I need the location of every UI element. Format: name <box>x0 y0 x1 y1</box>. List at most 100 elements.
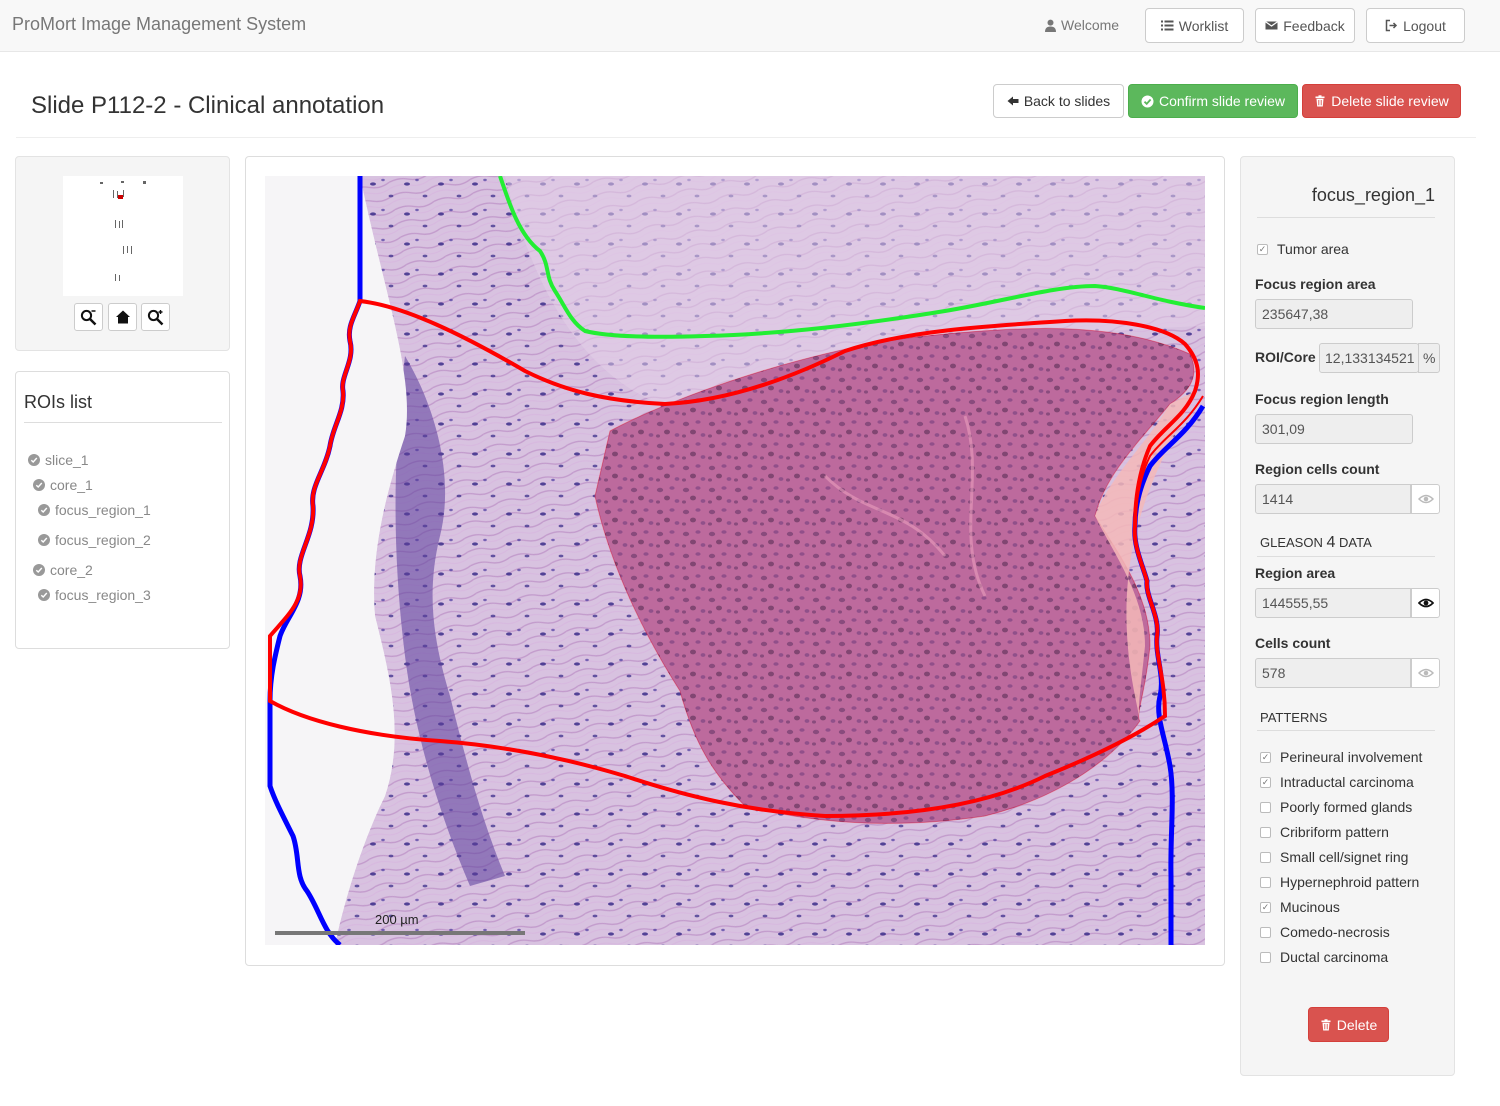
logout-label: Logout <box>1403 17 1446 34</box>
back-to-slides-button[interactable]: Back to slides <box>993 84 1124 118</box>
region-area-field[interactable]: 144555,55 <box>1255 588 1411 618</box>
trash-icon <box>1321 1018 1331 1030</box>
gleason-prefix: GLEASON <box>1260 535 1323 550</box>
focus-region-area-label: Focus region area <box>1255 276 1376 292</box>
focus-region-title: focus_region_1 <box>1311 185 1435 205</box>
feedback-label: Feedback <box>1283 17 1345 34</box>
histology-image <box>265 176 1205 945</box>
pattern-label: Poorly formed glands <box>1280 799 1413 815</box>
rois-list-panel: ROIs list slice_1 core_1 focus_region_1 … <box>15 371 230 649</box>
pattern-label: Perineural involvement <box>1280 749 1423 765</box>
check-circle-icon <box>33 479 45 491</box>
user-icon <box>1045 19 1056 32</box>
confirm-slide-review-button[interactable]: Confirm slide review <box>1128 84 1298 118</box>
pattern-label: Ductal carcinoma <box>1280 949 1389 965</box>
trash-icon <box>1315 95 1325 107</box>
pattern-perineural-involvement[interactable]: ✓ Perineural involvement <box>1260 749 1422 765</box>
region-area-visibility-toggle[interactable] <box>1411 588 1440 618</box>
region-area-label: Region area <box>1255 565 1336 581</box>
roi-item-focus-region-2[interactable]: focus_region_2 <box>38 532 151 548</box>
pattern-mucinous[interactable]: ✓ Mucinous <box>1260 899 1340 915</box>
zoom-in-button[interactable] <box>141 303 170 331</box>
patterns-divider <box>1257 730 1435 731</box>
pattern-label: Comedo-necrosis <box>1280 924 1390 940</box>
pattern-label: Intraductal carcinoma <box>1280 774 1414 790</box>
region-cells-count-field[interactable]: 1414 <box>1255 484 1411 514</box>
checkbox-unchecked-icon <box>1260 951 1271 963</box>
pattern-intraductal-carcinoma[interactable]: ✓ Intraductal carcinoma <box>1260 774 1414 790</box>
slide-thumbnail[interactable] <box>63 176 183 296</box>
focus-region-area-field[interactable]: 235647,38 <box>1255 299 1413 329</box>
pattern-poorly-formed-glands[interactable]: Poorly formed glands <box>1260 799 1412 815</box>
top-navbar: ProMort Image Management System Welcome … <box>0 0 1500 52</box>
viewer-panel: 200 µm <box>245 156 1225 966</box>
region-cells-visibility-toggle[interactable] <box>1411 484 1440 514</box>
gleason-number: 4 <box>1326 534 1336 551</box>
slide-thumbnail-image <box>63 176 183 296</box>
welcome-label: Welcome <box>1061 17 1120 33</box>
feedback-button[interactable]: Feedback <box>1255 8 1355 43</box>
checkbox-unchecked-icon <box>1260 801 1271 813</box>
pattern-hypernephroid[interactable]: Hypernephroid pattern <box>1260 874 1419 890</box>
checkbox-checked-icon: ✓ <box>1257 243 1268 255</box>
tumor-area-checkbox[interactable]: ✓ Tumor area <box>1257 241 1349 257</box>
cells-count-field[interactable]: 578 <box>1255 658 1411 688</box>
delete-slide-review-button[interactable]: Delete slide review <box>1302 84 1461 118</box>
pattern-small-cell-signet-ring[interactable]: Small cell/signet ring <box>1260 849 1408 865</box>
scale-bar <box>275 931 525 935</box>
roi-item-label: focus_region_3 <box>55 587 151 603</box>
worklist-label: Worklist <box>1178 17 1229 34</box>
roi-item-label: core_1 <box>50 477 93 493</box>
roi-item-label: focus_region_2 <box>55 532 151 548</box>
eye-icon <box>1417 668 1434 678</box>
delete-focus-region-button[interactable]: Delete <box>1308 1007 1389 1042</box>
patterns-header: PATTERNS <box>1260 710 1328 725</box>
pattern-ductal-carcinoma[interactable]: Ductal carcinoma <box>1260 949 1388 965</box>
pattern-comedo-necrosis[interactable]: Comedo-necrosis <box>1260 924 1390 940</box>
checkbox-unchecked-icon <box>1260 926 1271 938</box>
pattern-label: Mucinous <box>1280 899 1340 915</box>
checkbox-unchecked-icon <box>1260 876 1271 888</box>
check-circle-icon <box>38 589 50 601</box>
logout-icon <box>1385 19 1398 32</box>
roi-item-slice-1[interactable]: slice_1 <box>28 452 89 468</box>
welcome-menu[interactable]: Welcome <box>1044 17 1119 33</box>
checkbox-unchecked-icon <box>1260 826 1271 838</box>
roi-core-field[interactable]: 12,133134521 <box>1319 343 1419 373</box>
pattern-label: Small cell/signet ring <box>1280 849 1409 865</box>
check-circle-icon <box>38 534 50 546</box>
zoom-out-button[interactable] <box>74 303 103 331</box>
roi-item-core-2[interactable]: core_2 <box>33 562 93 578</box>
rois-list-title: ROIs list <box>24 392 93 412</box>
scale-bar-label: 200 µm <box>375 912 419 927</box>
checkbox-checked-icon: ✓ <box>1260 776 1271 788</box>
back-to-slides-label: Back to slides <box>1023 93 1111 109</box>
app-brand[interactable]: ProMort Image Management System <box>12 14 306 35</box>
roi-item-focus-region-1[interactable]: focus_region_1 <box>38 502 151 518</box>
pattern-cribriform[interactable]: Cribriform pattern <box>1260 824 1389 840</box>
roi-item-label: slice_1 <box>45 452 89 468</box>
region-cells-count-label: Region cells count <box>1255 461 1380 477</box>
header-divider <box>16 137 1476 138</box>
list-icon <box>1160 20 1174 31</box>
roi-item-focus-region-3[interactable]: focus_region_3 <box>38 587 151 603</box>
cells-count-visibility-toggle[interactable] <box>1411 658 1440 688</box>
check-circle-icon <box>28 454 40 466</box>
check-circle-icon <box>38 504 50 516</box>
envelope-icon <box>1265 21 1279 30</box>
slide-viewer[interactable]: 200 µm <box>265 176 1205 945</box>
zoom-in-icon <box>147 309 164 325</box>
checkbox-checked-icon: ✓ <box>1260 751 1271 763</box>
worklist-button[interactable]: Worklist <box>1145 8 1244 43</box>
pattern-label: Hypernephroid pattern <box>1280 874 1420 890</box>
home-view-button[interactable] <box>108 303 137 331</box>
zoom-out-icon <box>80 309 97 325</box>
roi-item-label: core_2 <box>50 562 93 578</box>
home-icon <box>115 310 130 324</box>
logout-button[interactable]: Logout <box>1366 8 1465 43</box>
focus-region-length-field[interactable]: 301,09 <box>1255 414 1413 444</box>
delete-focus-region-label: Delete <box>1336 1016 1378 1033</box>
roi-core-label: ROI/Core <box>1255 349 1316 365</box>
roi-item-core-1[interactable]: core_1 <box>33 477 93 493</box>
pattern-label: Cribriform pattern <box>1280 824 1389 840</box>
